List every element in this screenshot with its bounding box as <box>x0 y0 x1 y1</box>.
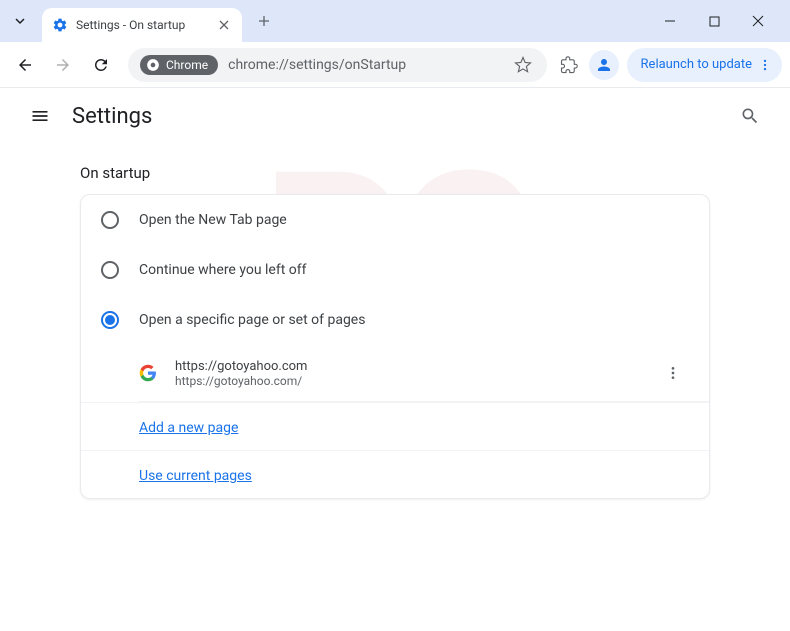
settings-gear-icon <box>52 17 68 33</box>
chrome-logo-icon <box>146 58 160 72</box>
page-title: Settings <box>72 104 152 129</box>
radio-icon <box>101 311 119 329</box>
startup-card: Open the New Tab page Continue where you… <box>80 194 710 499</box>
chevron-down-icon <box>14 15 26 27</box>
browser-toolbar: Chrome chrome://settings/onStartup Relau… <box>0 42 790 88</box>
browser-tab[interactable]: Settings - On startup <box>42 8 242 42</box>
new-tab-button[interactable] <box>250 7 278 35</box>
relaunch-label: Relaunch to update <box>641 57 752 72</box>
search-icon <box>740 106 760 126</box>
radio-icon <box>101 211 119 229</box>
arrow-right-icon <box>54 56 72 74</box>
chrome-chip-label: Chrome <box>166 58 208 72</box>
settings-header: Settings <box>0 88 790 144</box>
use-current-link[interactable]: Use current pages <box>139 468 252 484</box>
close-icon <box>752 15 764 27</box>
forward-button[interactable] <box>46 48 80 82</box>
google-favicon-icon <box>139 364 157 382</box>
page-info: https://gotoyahoo.com https://gotoyahoo.… <box>175 359 657 388</box>
minimize-button[interactable] <box>656 7 684 35</box>
extensions-button[interactable] <box>557 53 581 77</box>
radio-continue[interactable]: Continue where you left off <box>81 245 709 295</box>
tab-title: Settings - On startup <box>76 18 216 32</box>
page-entry-url: https://gotoyahoo.com/ <box>175 374 657 388</box>
hamburger-icon <box>30 106 50 126</box>
section-title: On startup <box>0 164 790 194</box>
bookmark-button[interactable] <box>511 53 535 77</box>
person-icon <box>595 56 613 74</box>
back-button[interactable] <box>8 48 42 82</box>
chrome-scheme-chip: Chrome <box>140 55 218 75</box>
maximize-icon <box>709 16 720 27</box>
window-titlebar: Settings - On startup <box>0 0 790 42</box>
maximize-button[interactable] <box>700 7 728 35</box>
menu-button[interactable] <box>20 96 60 136</box>
star-icon <box>514 56 532 74</box>
use-current-row[interactable]: Use current pages <box>81 450 709 498</box>
close-icon <box>219 20 229 30</box>
plus-icon <box>258 15 270 27</box>
minimize-icon <box>664 15 676 27</box>
reload-button[interactable] <box>84 48 118 82</box>
tab-close-button[interactable] <box>216 17 232 33</box>
radio-label: Continue where you left off <box>139 262 307 278</box>
tab-search-dropdown[interactable] <box>6 7 34 35</box>
radio-specific-pages[interactable]: Open a specific page or set of pages <box>81 295 709 345</box>
radio-label: Open the New Tab page <box>139 212 287 228</box>
puzzle-icon <box>560 56 578 74</box>
url-text: chrome://settings/onStartup <box>228 57 406 73</box>
window-controls <box>656 7 784 35</box>
startup-page-row: https://gotoyahoo.com https://gotoyahoo.… <box>81 345 709 401</box>
add-page-row[interactable]: Add a new page <box>81 402 709 450</box>
page-entry-title: https://gotoyahoo.com <box>175 359 657 374</box>
settings-content: On startup Open the New Tab page Continu… <box>0 144 790 519</box>
address-bar[interactable]: Chrome chrome://settings/onStartup <box>128 48 547 82</box>
reload-icon <box>92 56 110 74</box>
relaunch-update-button[interactable]: Relaunch to update <box>627 48 782 82</box>
radio-open-new-tab[interactable]: Open the New Tab page <box>81 195 709 245</box>
add-page-link[interactable]: Add a new page <box>139 420 238 436</box>
page-row-menu-button[interactable] <box>657 357 689 389</box>
profile-button[interactable] <box>589 50 619 80</box>
search-button[interactable] <box>730 96 770 136</box>
arrow-left-icon <box>16 56 34 74</box>
close-window-button[interactable] <box>744 7 772 35</box>
radio-label: Open a specific page or set of pages <box>139 312 365 328</box>
radio-icon <box>101 261 119 279</box>
more-vert-icon <box>758 58 772 72</box>
more-vert-icon <box>665 365 681 381</box>
